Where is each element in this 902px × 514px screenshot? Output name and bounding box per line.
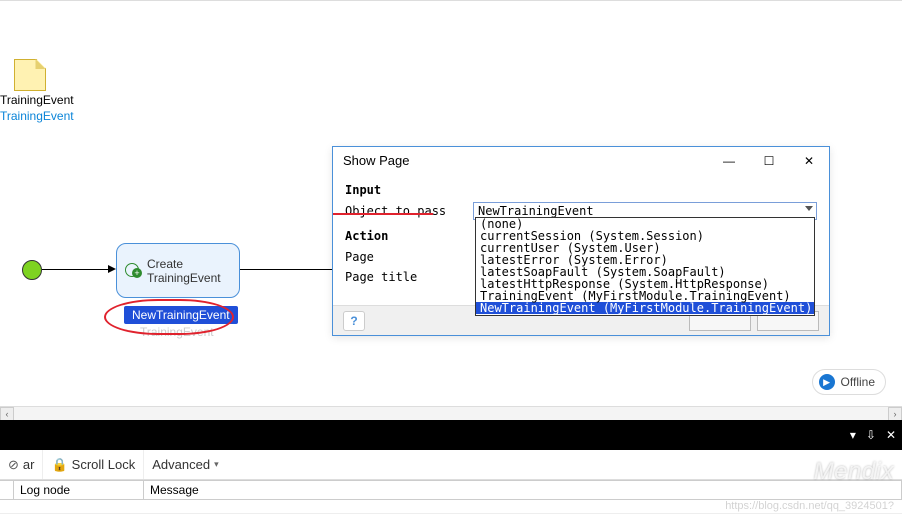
offline-label: Offline <box>841 375 875 389</box>
option-newtrainingevent[interactable]: NewTrainingEvent (MyFirstModule.Training… <box>476 302 814 314</box>
output-variable-type: TrainingEvent <box>140 325 214 339</box>
lock-icon: 🔒 <box>51 457 67 473</box>
create-activity[interactable]: CreateTrainingEvent <box>116 243 240 298</box>
scroll-lock-button[interactable]: 🔒 Scroll Lock <box>43 450 144 479</box>
entity-name: TrainingEvent <box>0 93 100 107</box>
close-panel-icon[interactable]: ✕ <box>886 428 896 442</box>
chevron-down-icon: ▾ <box>214 459 219 470</box>
object-to-pass-dropdown[interactable]: (none) currentSession (System.Session) c… <box>475 217 815 316</box>
create-object-icon <box>125 263 141 279</box>
entity-note[interactable] <box>14 59 46 91</box>
dropdown-icon[interactable]: ▾ <box>850 428 856 442</box>
col-message[interactable]: Message <box>144 481 902 499</box>
horizontal-scrollbar[interactable]: ‹ › <box>0 406 902 420</box>
advanced-menu[interactable]: Advanced ▾ <box>144 450 226 479</box>
log-grid-header: Log node Message <box>0 480 902 500</box>
label-page-title: Page title <box>345 270 473 284</box>
dialog-title: Show Page <box>343 147 709 175</box>
label-page: Page <box>345 250 473 264</box>
note-fold-icon <box>36 59 46 69</box>
scroll-left-button[interactable]: ‹ <box>0 407 14 421</box>
help-button[interactable]: ? <box>343 311 365 331</box>
flow-arrow <box>42 269 108 270</box>
col-lognode[interactable]: Log node <box>14 481 144 499</box>
scroll-track[interactable] <box>14 407 888 420</box>
activity-label: CreateTrainingEvent <box>147 257 221 285</box>
play-icon: ▶ <box>819 374 835 390</box>
dialog-body: Input Object to pass NewTrainingEvent (M… <box>333 175 829 295</box>
arrow-head-icon <box>108 265 116 273</box>
pin-icon[interactable]: ⇩ <box>866 428 876 442</box>
microflow-canvas[interactable]: TrainingEvent TrainingEvent CreateTraini… <box>0 0 902 418</box>
close-button[interactable]: ✕ <box>789 147 829 175</box>
panel-header-bar: ▾ ⇩ ✕ <box>0 420 902 450</box>
flow-arrow-2 <box>240 269 332 270</box>
section-input: Input <box>345 183 817 197</box>
scroll-right-button[interactable]: › <box>888 407 902 421</box>
col-icon[interactable] <box>0 481 14 499</box>
output-variable-badge[interactable]: NewTrainingEvent <box>124 306 238 324</box>
clear-icon: ⊘ <box>8 457 19 473</box>
offline-status[interactable]: ▶ Offline <box>812 369 886 395</box>
label-object-to-pass: Object to pass <box>345 204 473 218</box>
entity-type-link[interactable]: TrainingEvent <box>0 109 100 123</box>
minimize-button[interactable]: — <box>709 147 749 175</box>
clear-button[interactable]: ⊘ ar <box>0 450 43 479</box>
maximize-button[interactable]: ☐ <box>749 147 789 175</box>
log-grid-row[interactable] <box>0 500 902 514</box>
chevron-down-icon <box>805 206 813 211</box>
start-node[interactable] <box>22 260 42 280</box>
show-page-dialog: Show Page — ☐ ✕ Input Object to pass New… <box>332 146 830 336</box>
log-toolbar: ⊘ ar 🔒 Scroll Lock Advanced ▾ <box>0 450 902 480</box>
